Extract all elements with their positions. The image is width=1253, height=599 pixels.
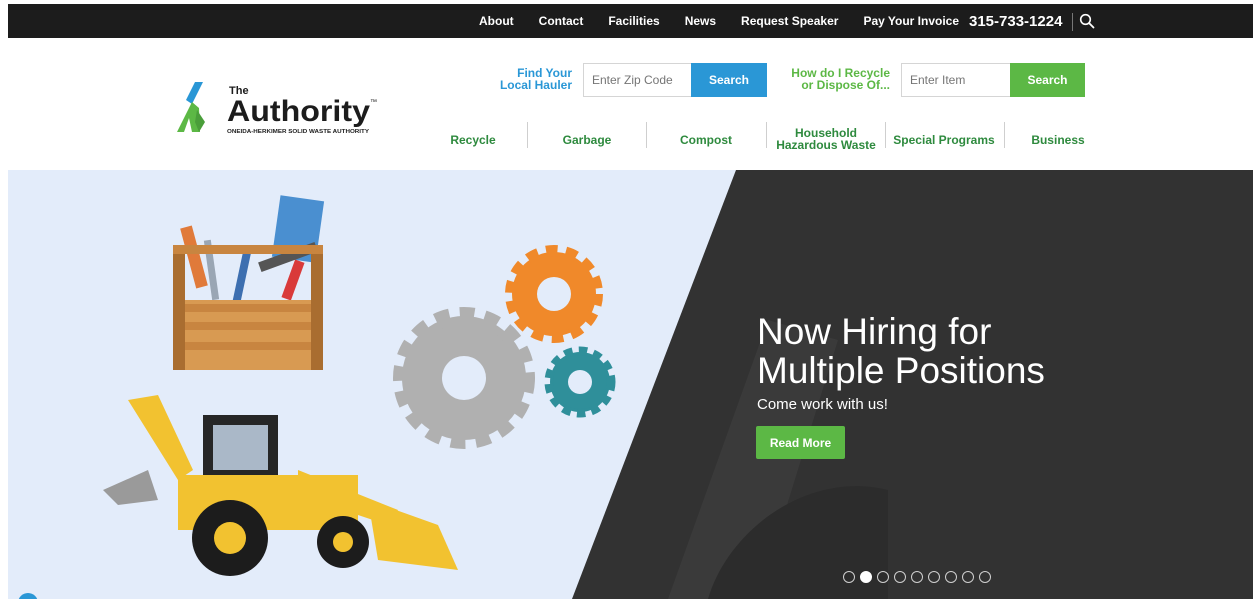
slide-indicators xyxy=(843,571,996,583)
utility-link-facilities[interactable]: Facilities xyxy=(608,14,659,28)
utility-divider xyxy=(1072,13,1073,31)
nav-separator xyxy=(766,122,767,148)
slide-dot-7[interactable] xyxy=(945,571,957,583)
nav-item-compost[interactable]: Compost xyxy=(673,120,739,160)
toolbox-board xyxy=(183,342,313,350)
toolbox-post xyxy=(311,245,323,370)
nav-item-special-programs[interactable]: Special Programs xyxy=(892,120,996,160)
backhoe-arm xyxy=(128,395,193,480)
orange-gear xyxy=(505,245,603,343)
slide-dot-5[interactable] xyxy=(911,571,923,583)
hero-subtitle: Come work with us! xyxy=(757,396,888,413)
slide-dot-3[interactable] xyxy=(877,571,889,583)
utility-bar: About Contact Facilities News Request Sp… xyxy=(8,4,1253,38)
logo-tagline: ONEIDA-HERKIMER SOLID WASTE AUTHORITY xyxy=(227,129,369,135)
zip-code-input[interactable] xyxy=(583,63,691,97)
hero-slider: Now Hiring for Multiple Positions Come w… xyxy=(8,170,1253,599)
slide-dot-4[interactable] xyxy=(894,571,906,583)
slide-dot-2[interactable] xyxy=(860,571,872,583)
gray-gear xyxy=(393,307,535,449)
read-more-button[interactable]: Read More xyxy=(756,426,845,459)
nav-household-line2: Hazardous Waste xyxy=(776,138,876,152)
toolbox-pliers xyxy=(232,247,252,305)
slide-dot-9[interactable] xyxy=(979,571,991,583)
hero-title: Now Hiring for Multiple Positions xyxy=(757,312,1045,390)
hauler-finder-label: Find Your Local Hauler xyxy=(470,67,572,91)
utility-link-about[interactable]: About xyxy=(479,14,514,28)
toolbox-red-handle xyxy=(281,259,305,301)
logo-blue-shape xyxy=(186,82,203,104)
authority-logo[interactable]: The Authority ™ ONEIDA-HERKIMER SOLID WA… xyxy=(175,80,380,136)
item-search-button[interactable]: Search xyxy=(1010,63,1085,97)
recycle-finder-label: How do I Recycle or Dispose Of... xyxy=(770,67,890,91)
nav-separator xyxy=(1004,122,1005,148)
slide-dot-8[interactable] xyxy=(962,571,974,583)
nav-item-recycle[interactable]: Recycle xyxy=(440,120,506,160)
toolbox-illustration xyxy=(173,195,325,370)
hauler-label-line2: Local Hauler xyxy=(499,78,572,92)
logo-tm: ™ xyxy=(370,99,377,106)
logo-name: Authority xyxy=(227,95,370,128)
hero-illustration xyxy=(103,170,1253,599)
nav-item-business[interactable]: Business xyxy=(1028,120,1088,160)
nav-separator xyxy=(885,122,886,148)
backhoe-front-hub xyxy=(333,532,353,552)
backhoe-illustration xyxy=(103,395,458,576)
toolbox-post xyxy=(173,245,185,370)
hauler-search-button[interactable]: Search xyxy=(691,63,767,97)
slide-dot-1[interactable] xyxy=(843,571,855,583)
toolbox-top-bar xyxy=(173,245,323,254)
nav-item-garbage[interactable]: Garbage xyxy=(554,120,620,160)
phone-number[interactable]: 315-733-1224 xyxy=(969,4,1062,38)
utility-link-contact[interactable]: Contact xyxy=(539,14,584,28)
nav-separator xyxy=(527,122,528,148)
hero-title-line2: Multiple Positions xyxy=(757,350,1045,391)
backhoe-rear-hub xyxy=(214,522,246,554)
item-search-input[interactable] xyxy=(901,63,1010,97)
utility-link-request-speaker[interactable]: Request Speaker xyxy=(741,14,838,28)
slide-dot-6[interactable] xyxy=(928,571,940,583)
main-nav: Recycle Garbage Compost Household Hazard… xyxy=(440,120,1095,160)
teal-gear xyxy=(544,346,616,418)
nav-item-household-hazardous-waste[interactable]: Household Hazardous Waste xyxy=(774,120,878,160)
search-icon[interactable] xyxy=(1079,13,1095,29)
recycle-label-line2: or Dispose Of... xyxy=(801,78,890,92)
utility-link-news[interactable]: News xyxy=(685,14,716,28)
nav-separator xyxy=(646,122,647,148)
toolbox-board xyxy=(183,322,313,330)
backhoe-front-bucket xyxy=(368,500,458,570)
hero-title-line1: Now Hiring for xyxy=(757,311,992,352)
utility-link-pay-invoice[interactable]: Pay Your Invoice xyxy=(863,14,959,28)
utility-links: About Contact Facilities News Request Sp… xyxy=(479,4,984,38)
backhoe-bucket-back xyxy=(103,470,158,505)
backhoe-window xyxy=(213,425,268,470)
toolbox-board xyxy=(183,304,313,312)
